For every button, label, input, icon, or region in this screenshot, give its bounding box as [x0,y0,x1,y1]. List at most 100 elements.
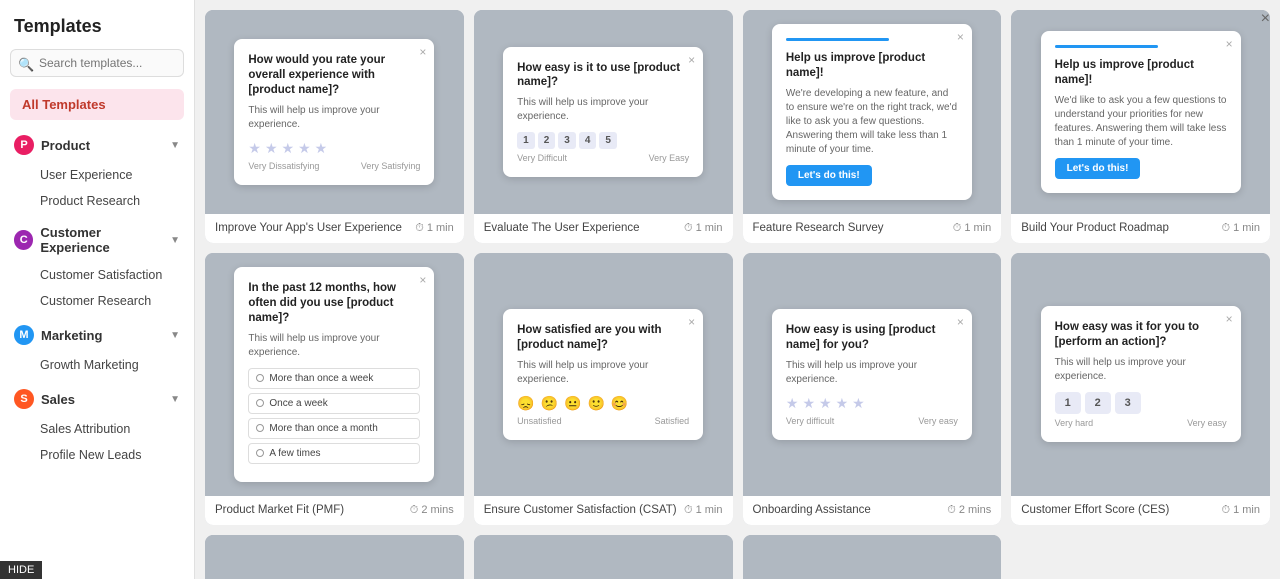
template-card[interactable]: ×How would you rate your overall experie… [205,10,464,243]
star-row: ★★★★★ [786,395,958,412]
clock-icon: ⏱ [684,504,693,517]
star-icon[interactable]: ★ [265,140,278,157]
scale-option[interactable]: 1 [517,132,535,149]
chevron-marketing: ▼ [170,330,180,341]
time-label: 2 mins [959,504,991,516]
star-icon[interactable]: ★ [819,395,832,412]
section-icon-customer-experience: C [14,230,33,250]
scale-labels: Very DissatisfyingVery Satisfying [248,161,420,171]
cta-button[interactable]: Let's do this! [786,165,872,186]
scale-labels: Very difficultVery easy [786,416,958,426]
scale-option[interactable]: 4 [579,132,597,149]
scale-labels: Very DifficultVery Easy [517,153,689,163]
search-container: 🔍 [0,49,194,87]
card-footer: Customer Effort Score (CES)⏱ 1 min [1011,496,1270,525]
star-icon[interactable]: ★ [802,395,815,412]
template-card[interactable]: ×How satisfied are you with [product nam… [474,253,733,525]
sidebar-sub-customer-research[interactable]: Customer Research [0,288,194,314]
time-label: 1 min [696,222,723,234]
card-title: Feature Research Survey [753,222,884,234]
widget-close-icon[interactable]: × [688,315,695,329]
time-label: 1 min [1233,222,1260,234]
chevron-sales: ▼ [170,394,180,405]
template-card[interactable]: ×How big is your team? [474,535,733,579]
star-icon[interactable]: ★ [315,140,328,157]
label-right: Very Satisfying [361,161,421,171]
hide-button[interactable]: HIDE [0,561,42,579]
radio-circle [256,424,264,432]
card-preview: ×How would you rate your overall experie… [205,10,464,214]
template-card[interactable]: ×How easy is it to use [product name]?Th… [474,10,733,243]
time-label: 2 mins [421,504,453,516]
card-preview: ×Help us improve [product name]!We're de… [743,10,1002,214]
card-footer: Feature Research Survey⏱ 1 min [743,214,1002,243]
emoji-icon[interactable]: 😕 [541,395,558,412]
close-button[interactable]: × [1261,10,1270,28]
widget-subtext: We're developing a new feature, and to e… [786,87,958,157]
widget-close-icon[interactable]: × [1226,37,1233,51]
emoji-icon[interactable]: 😞 [517,395,534,412]
radio-option[interactable]: More than once a month [248,418,420,439]
widget-close-icon[interactable]: × [688,53,695,67]
card-title: Onboarding Assistance [753,504,871,516]
star-icon[interactable]: ★ [282,140,295,157]
search-input[interactable] [10,49,184,77]
emoji-icon[interactable]: 😊 [611,395,628,412]
sidebar-sub-sales-attribution[interactable]: Sales Attribution [0,416,194,442]
template-card[interactable]: ×Help us improve [product name]!We'd lik… [1011,10,1270,243]
template-card[interactable]: ×How easy is using [product name] for yo… [743,253,1002,525]
chevron-product: ▼ [170,140,180,151]
sidebar-section-customer-experience: C Customer Experience ▼ Customer Satisfa… [0,216,194,316]
card-footer: Evaluate The User Experience⏱ 1 min [474,214,733,243]
scale-option[interactable]: 2 [538,132,556,149]
sidebar-sub-growth-marketing[interactable]: Growth Marketing [0,352,194,378]
template-card[interactable]: ×What are the top challenges your compan… [743,535,1002,579]
radio-option[interactable]: More than once a week [248,368,420,389]
template-card[interactable]: ×How easy was it for you to [perform an … [1011,253,1270,525]
sidebar-section-header-product[interactable]: P Product ▼ [0,128,194,162]
scale-labels: Very hardVery easy [1055,418,1227,428]
scale-option[interactable]: 5 [599,132,617,149]
template-card[interactable]: ×Help us improve [product name]!We're de… [743,10,1002,243]
star-icon[interactable]: ★ [852,395,865,412]
widget-close-icon[interactable]: × [1226,312,1233,326]
radio-option[interactable]: A few times [248,443,420,464]
search-icon: 🔍 [18,57,34,73]
num3-option[interactable]: 3 [1115,392,1141,414]
widget-close-icon[interactable]: × [957,315,964,329]
template-card[interactable]: ×What do you value most about our servic… [205,535,464,579]
emoji-icon[interactable]: 🙂 [587,395,604,412]
widget-close-icon[interactable]: × [957,30,964,44]
num3-option[interactable]: 1 [1055,392,1081,414]
sidebar-sub-user-experience[interactable]: User Experience [0,162,194,188]
star-icon[interactable]: ★ [786,395,799,412]
cta-button[interactable]: Let's do this! [1055,158,1141,179]
widget-close-icon[interactable]: × [419,45,426,59]
all-templates-item[interactable]: All Templates [10,89,184,120]
section-label-sales: Sales [41,392,75,407]
emoji-icon[interactable]: 😐 [564,395,581,412]
sidebar-section-header-sales[interactable]: S Sales ▼ [0,382,194,416]
card-time: ⏱ 2 mins [410,504,454,517]
scale-option[interactable]: 3 [558,132,576,149]
section-icon-marketing: M [14,325,34,345]
widget-subtext: This will help us improve your experienc… [248,332,420,360]
star-icon[interactable]: ★ [248,140,261,157]
radio-option[interactable]: Once a week [248,393,420,414]
widget-heading: In the past 12 months, how often did you… [248,281,420,326]
star-icon[interactable]: ★ [836,395,849,412]
radio-label: A few times [269,448,320,459]
sidebar-section-header-marketing[interactable]: M Marketing ▼ [0,318,194,352]
sidebar-sub-profile-new-leads[interactable]: Profile New Leads [0,442,194,468]
star-icon[interactable]: ★ [298,140,311,157]
sidebar-sub-product-research[interactable]: Product Research [0,188,194,214]
card-footer: Improve Your App's User Experience⏱ 1 mi… [205,214,464,243]
num3-option[interactable]: 2 [1085,392,1111,414]
card-time: ⏱ 1 min [1222,504,1261,517]
card-preview: ×How easy is it to use [product name]?Th… [474,10,733,214]
widget-close-icon[interactable]: × [419,273,426,287]
time-label: 1 min [696,504,723,516]
sidebar-section-header-customer-experience[interactable]: C Customer Experience ▼ [0,218,194,262]
sidebar-sub-customer-satisfaction[interactable]: Customer Satisfaction [0,262,194,288]
template-card[interactable]: ×In the past 12 months, how often did yo… [205,253,464,525]
